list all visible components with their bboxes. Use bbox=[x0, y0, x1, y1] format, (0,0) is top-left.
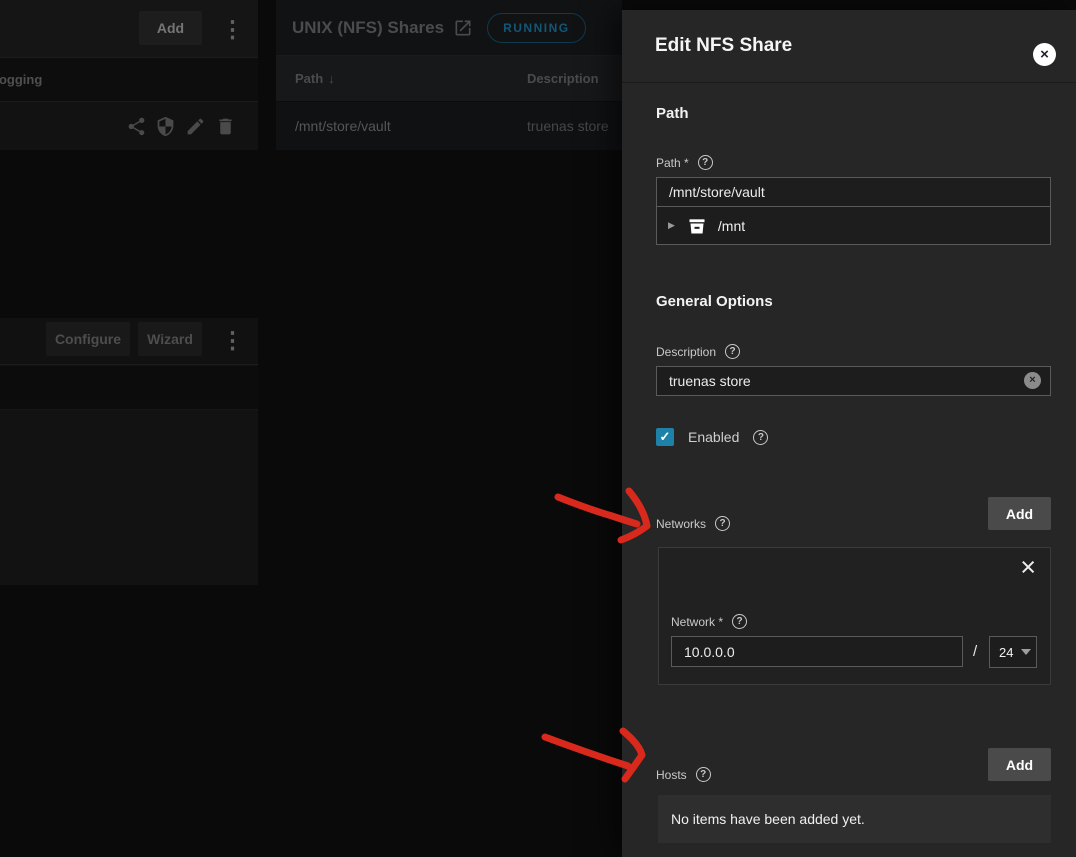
delete-icon[interactable] bbox=[215, 116, 236, 137]
path-section-heading: Path bbox=[656, 105, 689, 122]
clear-input-icon[interactable]: × bbox=[1024, 372, 1041, 389]
help-icon[interactable] bbox=[753, 430, 768, 445]
background-shares-card: Add ⋮ Logging bbox=[0, 0, 258, 150]
dataset-icon bbox=[687, 216, 707, 236]
running-status-badge[interactable]: RUNNING bbox=[487, 13, 586, 43]
wizard-button[interactable]: Wizard bbox=[138, 322, 202, 356]
kebab-menu-icon[interactable]: ⋮ bbox=[221, 13, 237, 45]
path-column-header[interactable]: Path bbox=[295, 56, 335, 102]
remove-network-icon[interactable]: × bbox=[1020, 554, 1036, 581]
table-row[interactable]: /mnt/store/vault truenas store bbox=[276, 102, 622, 150]
cidr-separator: / bbox=[973, 643, 977, 660]
shield-icon[interactable] bbox=[155, 116, 176, 137]
nfs-card-title: UNIX (NFS) Shares bbox=[292, 18, 444, 38]
add-network-button[interactable]: Add bbox=[988, 497, 1051, 530]
hosts-empty-text: No items have been added yet. bbox=[671, 811, 865, 827]
enabled-checkbox[interactable] bbox=[656, 428, 674, 446]
help-icon[interactable] bbox=[698, 155, 713, 170]
row-description-cell: truenas store bbox=[527, 102, 609, 150]
hosts-label: Hosts bbox=[656, 768, 687, 782]
shares-table-row-actions bbox=[0, 102, 258, 150]
add-host-button[interactable]: Add bbox=[988, 748, 1051, 781]
open-in-new-icon[interactable] bbox=[453, 18, 473, 38]
network-field-label: Network * bbox=[671, 615, 723, 629]
share-icon[interactable] bbox=[126, 116, 147, 137]
networks-label-row: Networks bbox=[656, 507, 730, 540]
filesystem-tree-node[interactable]: /mnt bbox=[656, 207, 1051, 245]
panel-title: Edit NFS Share bbox=[655, 10, 792, 82]
description-column-header[interactable]: Description bbox=[527, 56, 599, 102]
chevron-right-icon[interactable] bbox=[668, 220, 675, 231]
networks-label: Networks bbox=[656, 517, 706, 531]
help-icon[interactable] bbox=[732, 614, 747, 629]
add-share-button[interactable]: Add bbox=[139, 11, 202, 45]
hosts-empty-state: No items have been added yet. bbox=[658, 795, 1051, 843]
enabled-field-row: Enabled bbox=[656, 428, 768, 446]
help-icon[interactable] bbox=[696, 767, 711, 782]
description-field: × bbox=[656, 366, 1051, 396]
panel-header: Edit NFS Share × bbox=[622, 10, 1076, 83]
description-field-label-row: Description bbox=[656, 344, 740, 359]
background-config-card: Configure Wizard ⋮ bbox=[0, 318, 258, 585]
prefix-length-select[interactable]: 24 bbox=[989, 636, 1037, 668]
network-field-label-row: Network * bbox=[671, 614, 747, 629]
chevron-down-icon bbox=[1021, 649, 1031, 655]
nfs-table-header: Path Description bbox=[276, 56, 622, 102]
shares-card-toolbar: Add ⋮ bbox=[0, 0, 258, 58]
path-input[interactable] bbox=[656, 177, 1051, 207]
path-field-label: Path * bbox=[656, 156, 689, 170]
arrow-to-hosts bbox=[545, 737, 628, 766]
background-nfs-shares-card: UNIX (NFS) Shares RUNNING Path Descripti… bbox=[276, 0, 622, 150]
help-icon[interactable] bbox=[715, 516, 730, 531]
hosts-label-row: Hosts bbox=[656, 758, 711, 791]
nfs-card-header: UNIX (NFS) Shares RUNNING bbox=[276, 0, 622, 56]
help-icon[interactable] bbox=[725, 344, 740, 359]
tree-node-label: /mnt bbox=[718, 218, 745, 234]
sort-descending-icon bbox=[328, 71, 335, 86]
close-icon[interactable]: × bbox=[1033, 43, 1056, 66]
path-field-label-row: Path * bbox=[656, 155, 713, 170]
row-path-cell: /mnt/store/vault bbox=[295, 102, 391, 150]
edit-nfs-share-panel: Edit NFS Share × Path Path * /mnt Genera… bbox=[622, 10, 1076, 857]
logging-column-header: Logging bbox=[0, 58, 42, 102]
general-options-heading: General Options bbox=[656, 293, 773, 310]
config-card-toolbar: Configure Wizard ⋮ bbox=[0, 318, 258, 365]
edit-icon[interactable] bbox=[185, 116, 206, 137]
kebab-menu-icon[interactable]: ⋮ bbox=[221, 324, 237, 356]
description-input[interactable] bbox=[656, 366, 1051, 396]
prefix-length-value: 24 bbox=[999, 645, 1013, 660]
network-entry-card: × Network * / 24 bbox=[658, 547, 1051, 685]
config-card-row bbox=[0, 366, 258, 410]
enabled-label: Enabled bbox=[688, 429, 739, 445]
network-input[interactable] bbox=[671, 636, 963, 667]
shares-table-header: Logging bbox=[0, 58, 258, 102]
configure-button[interactable]: Configure bbox=[46, 322, 130, 356]
description-field-label: Description bbox=[656, 345, 716, 359]
